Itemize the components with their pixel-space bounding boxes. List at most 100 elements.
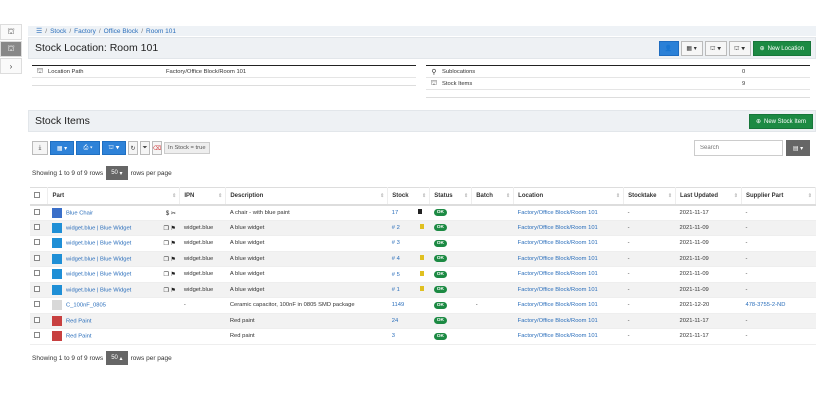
page-size-dropdown[interactable]: 50 ▾ — [106, 166, 128, 180]
pagination-info-top: Showing 1 to 9 of 9 rows 50 ▾ rows per p… — [32, 166, 172, 180]
table-row: Red Paint Red paint 3 OK Factory/Office Bloc… — [30, 328, 816, 345]
table-settings-dropdown[interactable]: ▤ ▾ — [786, 140, 810, 156]
search-input[interactable] — [694, 140, 783, 156]
ipn-cell: widget.blue — [179, 251, 226, 267]
location-link[interactable]: Factory/Office Block/Room 101 — [518, 240, 598, 246]
menu-icon[interactable]: ☰ — [36, 27, 42, 35]
last-updated-cell: 2021-11-09 — [675, 266, 742, 283]
location-link[interactable]: Factory/Office Block/Room 101 — [518, 333, 598, 339]
row-checkbox[interactable] — [34, 208, 40, 215]
column-header[interactable]: Batch ⇕ — [471, 187, 515, 206]
description-cell: A blue widget — [225, 282, 388, 298]
supplier-part-cell[interactable]: 478-3755-2-ND — [745, 302, 785, 308]
stock-quantity-link[interactable]: 24 — [392, 318, 398, 324]
column-header[interactable]: Status ⇕ — [429, 187, 473, 206]
stock-quantity-link[interactable]: # 1 — [392, 287, 400, 293]
column-header[interactable]: Supplier Part ⇕ — [741, 187, 817, 206]
plus-circle-icon: ⊕ — [755, 119, 761, 125]
part-link[interactable]: C_100nF_0805 — [66, 303, 106, 309]
part-status-icons: ❐ ⚑ — [163, 225, 176, 232]
part-link[interactable]: Red Paint — [66, 318, 91, 324]
table-header-row: Part ⇕ IPN ⇕ Description ⇕ Stock ⇕ Status ⇕ B… — [30, 187, 817, 206]
location-link[interactable]: Factory/Office Block/Room 101 — [518, 318, 598, 324]
part-link[interactable]: widget.blue | Blue Widget — [66, 287, 131, 293]
part-link[interactable]: widget.blue | Blue Widget — [66, 225, 131, 231]
row-checkbox[interactable] — [34, 332, 40, 339]
chevron-right-icon[interactable]: › — [0, 58, 22, 74]
location-path-value: Factory/Office Block/Room 101 — [166, 68, 247, 75]
status-badge: OK — [433, 332, 447, 340]
barcode-dropdown[interactable]: ▦ ▾ — [50, 141, 74, 155]
part-link[interactable]: widget.blue | Blue Widget — [66, 241, 131, 247]
location-link[interactable]: Factory/Office Block/Room 101 — [518, 210, 598, 216]
location-path-row: ⛫ Location Path Factory/Office Block/Roo… — [32, 66, 416, 78]
location-link[interactable]: Factory/Office Block/Room 101 — [518, 287, 598, 293]
supplier-part-cell: - — [745, 271, 748, 278]
print-dropdown[interactable]: ⎙ ▾ — [76, 141, 100, 155]
filter-chip[interactable]: In Stock = true — [164, 142, 210, 154]
stock-quantity-link[interactable]: 3 — [392, 333, 395, 339]
sitemap-icon[interactable]: ⛫ — [0, 24, 22, 40]
breadcrumb-stock[interactable]: Stock — [50, 28, 66, 35]
description-cell: Red paint — [225, 313, 388, 329]
select-all-checkbox[interactable] — [34, 191, 40, 198]
location-toolbar: 👤 ▦ ▾ ⛫ ▾ ⛫ ▾ ⊕ New Location — [658, 41, 811, 56]
stock-quantity-link[interactable]: 1149 — [392, 302, 404, 308]
row-checkbox[interactable] — [34, 254, 40, 261]
refresh-icon[interactable]: ↻ — [128, 141, 138, 155]
location-link[interactable]: Factory/Office Block/Room 101 — [518, 225, 598, 231]
stock-quantity-link[interactable]: 17 — [392, 210, 398, 216]
description-cell: A blue widget — [225, 251, 388, 267]
plus-circle-icon: ⊕ — [759, 46, 765, 52]
part-link[interactable]: Red Paint — [66, 334, 91, 340]
column-header[interactable]: Last Updated ⇕ — [675, 187, 742, 206]
location-link[interactable]: Factory/Office Block/Room 101 — [518, 256, 598, 262]
stock-quantity-link[interactable]: # 5 — [392, 272, 400, 278]
part-link[interactable]: widget.blue | Blue Widget — [66, 272, 131, 278]
new-stock-item-button[interactable]: ⊕ New Stock Item — [748, 114, 813, 129]
column-header[interactable]: Stocktake ⇕ — [623, 187, 677, 206]
part-link[interactable]: widget.blue | Blue Widget — [66, 256, 131, 262]
supplier-part-cell: - — [745, 209, 748, 216]
location-link[interactable]: Factory/Office Block/Room 101 — [518, 271, 598, 277]
download-icon[interactable]: ⤓ — [32, 141, 48, 155]
row-checkbox[interactable] — [34, 285, 40, 292]
sitemap-icon: ⛫ — [36, 68, 44, 75]
row-checkbox[interactable] — [34, 223, 40, 230]
breadcrumb-room-101[interactable]: Room 101 — [146, 28, 176, 35]
column-header[interactable]: Location ⇕ — [513, 187, 625, 206]
column-header[interactable]: Description ⇕ — [225, 187, 389, 206]
status-badge: OK — [433, 270, 447, 278]
column-header[interactable]: Stock ⇕ — [387, 187, 431, 206]
barcode-dropdown-button[interactable]: ▦ ▾ — [680, 41, 703, 56]
row-checkbox[interactable] — [34, 301, 40, 308]
row-checkbox[interactable] — [34, 239, 40, 246]
user-icon-button[interactable]: 👤 — [658, 41, 679, 56]
new-location-button[interactable]: ⊕ New Location — [752, 41, 811, 56]
stock-actions-dropdown[interactable]: ⛫ ▾ — [102, 141, 126, 155]
part-link[interactable]: Blue Chair — [66, 210, 93, 216]
transfer-dropdown-button[interactable]: ⛫ ▾ — [704, 41, 727, 56]
table-row: widget.blue | Blue Widget ❐ ⚑ widget.blue A… — [30, 220, 816, 236]
table-row: widget.blue | Blue Widget ❐ ⚑ widget.blue A… — [30, 235, 816, 252]
breadcrumb-office-block[interactable]: Office Block — [104, 28, 139, 35]
stock-quantity-link[interactable]: # 4 — [392, 256, 400, 262]
stock-quantity-link[interactable]: # 3 — [392, 240, 400, 246]
filter-icon[interactable]: ⏷ — [140, 141, 150, 155]
sitemap-selected-icon[interactable]: ⛫ — [0, 41, 22, 57]
breadcrumb-factory[interactable]: Factory — [74, 28, 96, 35]
part-thumbnail — [51, 238, 62, 249]
column-header[interactable]: Part ⇕ — [47, 187, 181, 206]
location-actions-dropdown[interactable]: ⛫ ▾ — [728, 41, 751, 56]
location-link[interactable]: Factory/Office Block/Room 101 — [518, 302, 598, 308]
column-header[interactable]: IPN ⇕ — [179, 187, 227, 206]
batch-cell — [471, 204, 514, 221]
page-size-dropup[interactable]: 50 ▴ — [106, 351, 128, 365]
description-cell: A blue widget — [225, 220, 388, 236]
clear-filter-icon[interactable]: ⌫ — [152, 141, 162, 155]
row-checkbox[interactable] — [34, 316, 40, 323]
ipn-cell: - — [179, 297, 226, 314]
stock-quantity-link[interactable]: # 2 — [392, 225, 400, 231]
row-checkbox[interactable] — [34, 270, 40, 277]
stocktake-cell: - — [623, 266, 676, 283]
